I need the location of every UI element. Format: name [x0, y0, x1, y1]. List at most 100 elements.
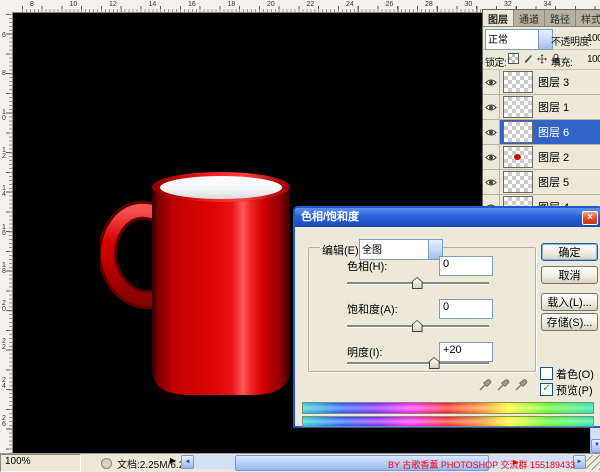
- close-icon[interactable]: ×: [582, 211, 598, 225]
- eye-icon: [485, 103, 497, 112]
- ruler-top-number: 8: [30, 1, 34, 8]
- scroll-down-button[interactable]: ▼: [591, 439, 600, 453]
- ruler-top-number: 18: [228, 1, 236, 8]
- layer-name: 图层 2: [538, 149, 569, 165]
- panel-tab-1[interactable]: 通道: [514, 10, 545, 26]
- ruler-left-number: 8: [2, 71, 6, 77]
- zoom-level-field[interactable]: 100%: [0, 454, 81, 472]
- visibility-toggle[interactable]: [483, 120, 500, 144]
- fill-label: 填充:: [551, 54, 572, 69]
- dialog-button-1[interactable]: 取消: [541, 266, 598, 284]
- status-info-icon: [101, 458, 112, 469]
- ruler-left-number: 2 2: [2, 339, 6, 351]
- slider-label: 饱和度(A):: [347, 301, 398, 317]
- eyedropper-add-icon[interactable]: [497, 376, 511, 391]
- panel-tab-2[interactable]: 路径: [545, 10, 576, 26]
- slider-track[interactable]: [347, 362, 489, 365]
- ruler-left-number: 1 0: [2, 110, 6, 122]
- dialog-titlebar[interactable]: 色相/饱和度: [295, 208, 600, 227]
- layers-panel-tabs: 图层通道路径样式: [483, 10, 600, 27]
- lock-label: 锁定:: [485, 54, 506, 69]
- hue-spectrum-bar-top: [302, 402, 594, 414]
- layer-row[interactable]: 图层 1: [483, 95, 600, 120]
- checkbox-box: ✓: [540, 383, 553, 396]
- dialog-button-3[interactable]: 存储(S)...: [541, 313, 598, 331]
- layer-row-main[interactable]: 图层 1: [500, 95, 600, 119]
- hue-spectrum-bar-bottom: [302, 416, 594, 427]
- layer-row-main[interactable]: 图层 5: [500, 170, 600, 194]
- ruler-left-number: 2 6: [2, 416, 6, 428]
- ruler-top-number: 22: [307, 1, 315, 8]
- checkbox-0[interactable]: 着色(O): [540, 367, 594, 380]
- checkbox-label: 预览(P): [556, 382, 593, 398]
- slider-value-input[interactable]: 0: [439, 299, 493, 319]
- ruler-top-number: 10: [70, 1, 78, 8]
- layer-thumbnail-content: [514, 154, 521, 160]
- ruler-left-number: 1 8: [2, 263, 6, 275]
- layer-row[interactable]: 图层 6: [483, 120, 600, 145]
- red-mug-image: [100, 165, 300, 410]
- lock-transparency-icon[interactable]: [508, 53, 519, 64]
- status-menu-arrow-icon[interactable]: ▶: [170, 456, 176, 465]
- panel-tab-0[interactable]: 图层: [483, 10, 514, 26]
- eye-icon: [485, 153, 497, 162]
- ruler-left-number: 6: [2, 33, 6, 39]
- ruler-left-number: 1 4: [2, 186, 6, 198]
- layer-thumbnail[interactable]: [503, 171, 533, 193]
- ruler-left-number: 1 2: [2, 148, 6, 160]
- panel-tab-3[interactable]: 样式: [576, 10, 600, 26]
- layer-thumbnail[interactable]: [503, 71, 533, 93]
- checkbox-1[interactable]: ✓预览(P): [540, 383, 593, 396]
- visibility-toggle[interactable]: [483, 70, 500, 94]
- edit-channel-dropdown[interactable]: 全图: [359, 239, 443, 260]
- layer-row-main[interactable]: 图层 6: [500, 120, 600, 144]
- layer-row[interactable]: 图层 5: [483, 170, 600, 195]
- blend-mode-row: 正常 不透明度: 100: [483, 27, 600, 50]
- opacity-label: 不透明度:: [551, 33, 591, 48]
- fill-value[interactable]: 100: [587, 54, 600, 65]
- visibility-toggle[interactable]: [483, 145, 500, 169]
- slider-value-input[interactable]: 0: [439, 256, 493, 276]
- layer-thumbnail[interactable]: [503, 146, 533, 168]
- layer-row-main[interactable]: 图层 2: [500, 145, 600, 169]
- ruler-top-number: 26: [386, 1, 394, 8]
- edit-group-box: [308, 247, 536, 372]
- layer-name: 图层 3: [538, 74, 569, 90]
- layer-thumbnail[interactable]: [503, 121, 533, 143]
- ruler-top-number: 16: [188, 1, 196, 8]
- visibility-toggle[interactable]: [483, 95, 500, 119]
- horizontal-scrollbar[interactable]: ◄ ► BY 古歌香薰 PHOTOSHOP 交流群 155189433 ►: [181, 455, 586, 469]
- layer-row[interactable]: 图层 2: [483, 145, 600, 170]
- layer-row-main[interactable]: 图层 3: [500, 70, 600, 94]
- ruler-top-number: 30: [465, 1, 473, 8]
- dialog-button-2[interactable]: 载入(L)...: [541, 293, 598, 311]
- ruler-left-number: 1 6: [2, 225, 6, 237]
- blend-mode-value: 正常: [488, 35, 508, 46]
- ruler-top-number: 20: [267, 1, 275, 8]
- layer-row[interactable]: 图层 3: [483, 70, 600, 95]
- layer-name: 图层 6: [538, 124, 569, 140]
- blend-mode-dropdown[interactable]: 正常: [485, 29, 553, 50]
- layer-name: 图层 5: [538, 174, 569, 190]
- lock-paint-icon[interactable]: [523, 54, 533, 64]
- slider-label: 明度(I):: [347, 344, 382, 360]
- edit-label: 编辑(E):: [320, 242, 364, 258]
- resize-grip[interactable]: [586, 455, 600, 470]
- chevron-down-icon[interactable]: [538, 30, 552, 49]
- promo-arrow-icon: ►: [511, 457, 520, 467]
- layers-panel: 图层通道路径样式 正常 不透明度: 100 锁定: 填充: 100 图层 3 图层…: [482, 9, 600, 208]
- layer-thumbnail[interactable]: [503, 96, 533, 118]
- eyedropper-icon[interactable]: [479, 376, 493, 391]
- visibility-toggle[interactable]: [483, 170, 500, 194]
- opacity-value[interactable]: 100: [587, 33, 600, 44]
- ruler-top-number: 24: [346, 1, 354, 8]
- layer-list: 图层 3图层 1图层 6图层 2图层 5图层 4: [483, 70, 600, 208]
- slider-value-input[interactable]: +20: [439, 342, 493, 362]
- layer-name: 图层 1: [538, 99, 569, 115]
- dialog-button-0[interactable]: 确定: [541, 243, 598, 261]
- lock-move-icon[interactable]: [537, 54, 547, 64]
- status-bar: 100% 文档:2.25M/6.23M ▶ ◄ ► BY 古歌香薰 PHOTOS…: [0, 453, 600, 471]
- eyedropper-subtract-icon[interactable]: [515, 376, 529, 391]
- scroll-left-button[interactable]: ◄: [181, 455, 194, 469]
- eye-icon: [485, 128, 497, 137]
